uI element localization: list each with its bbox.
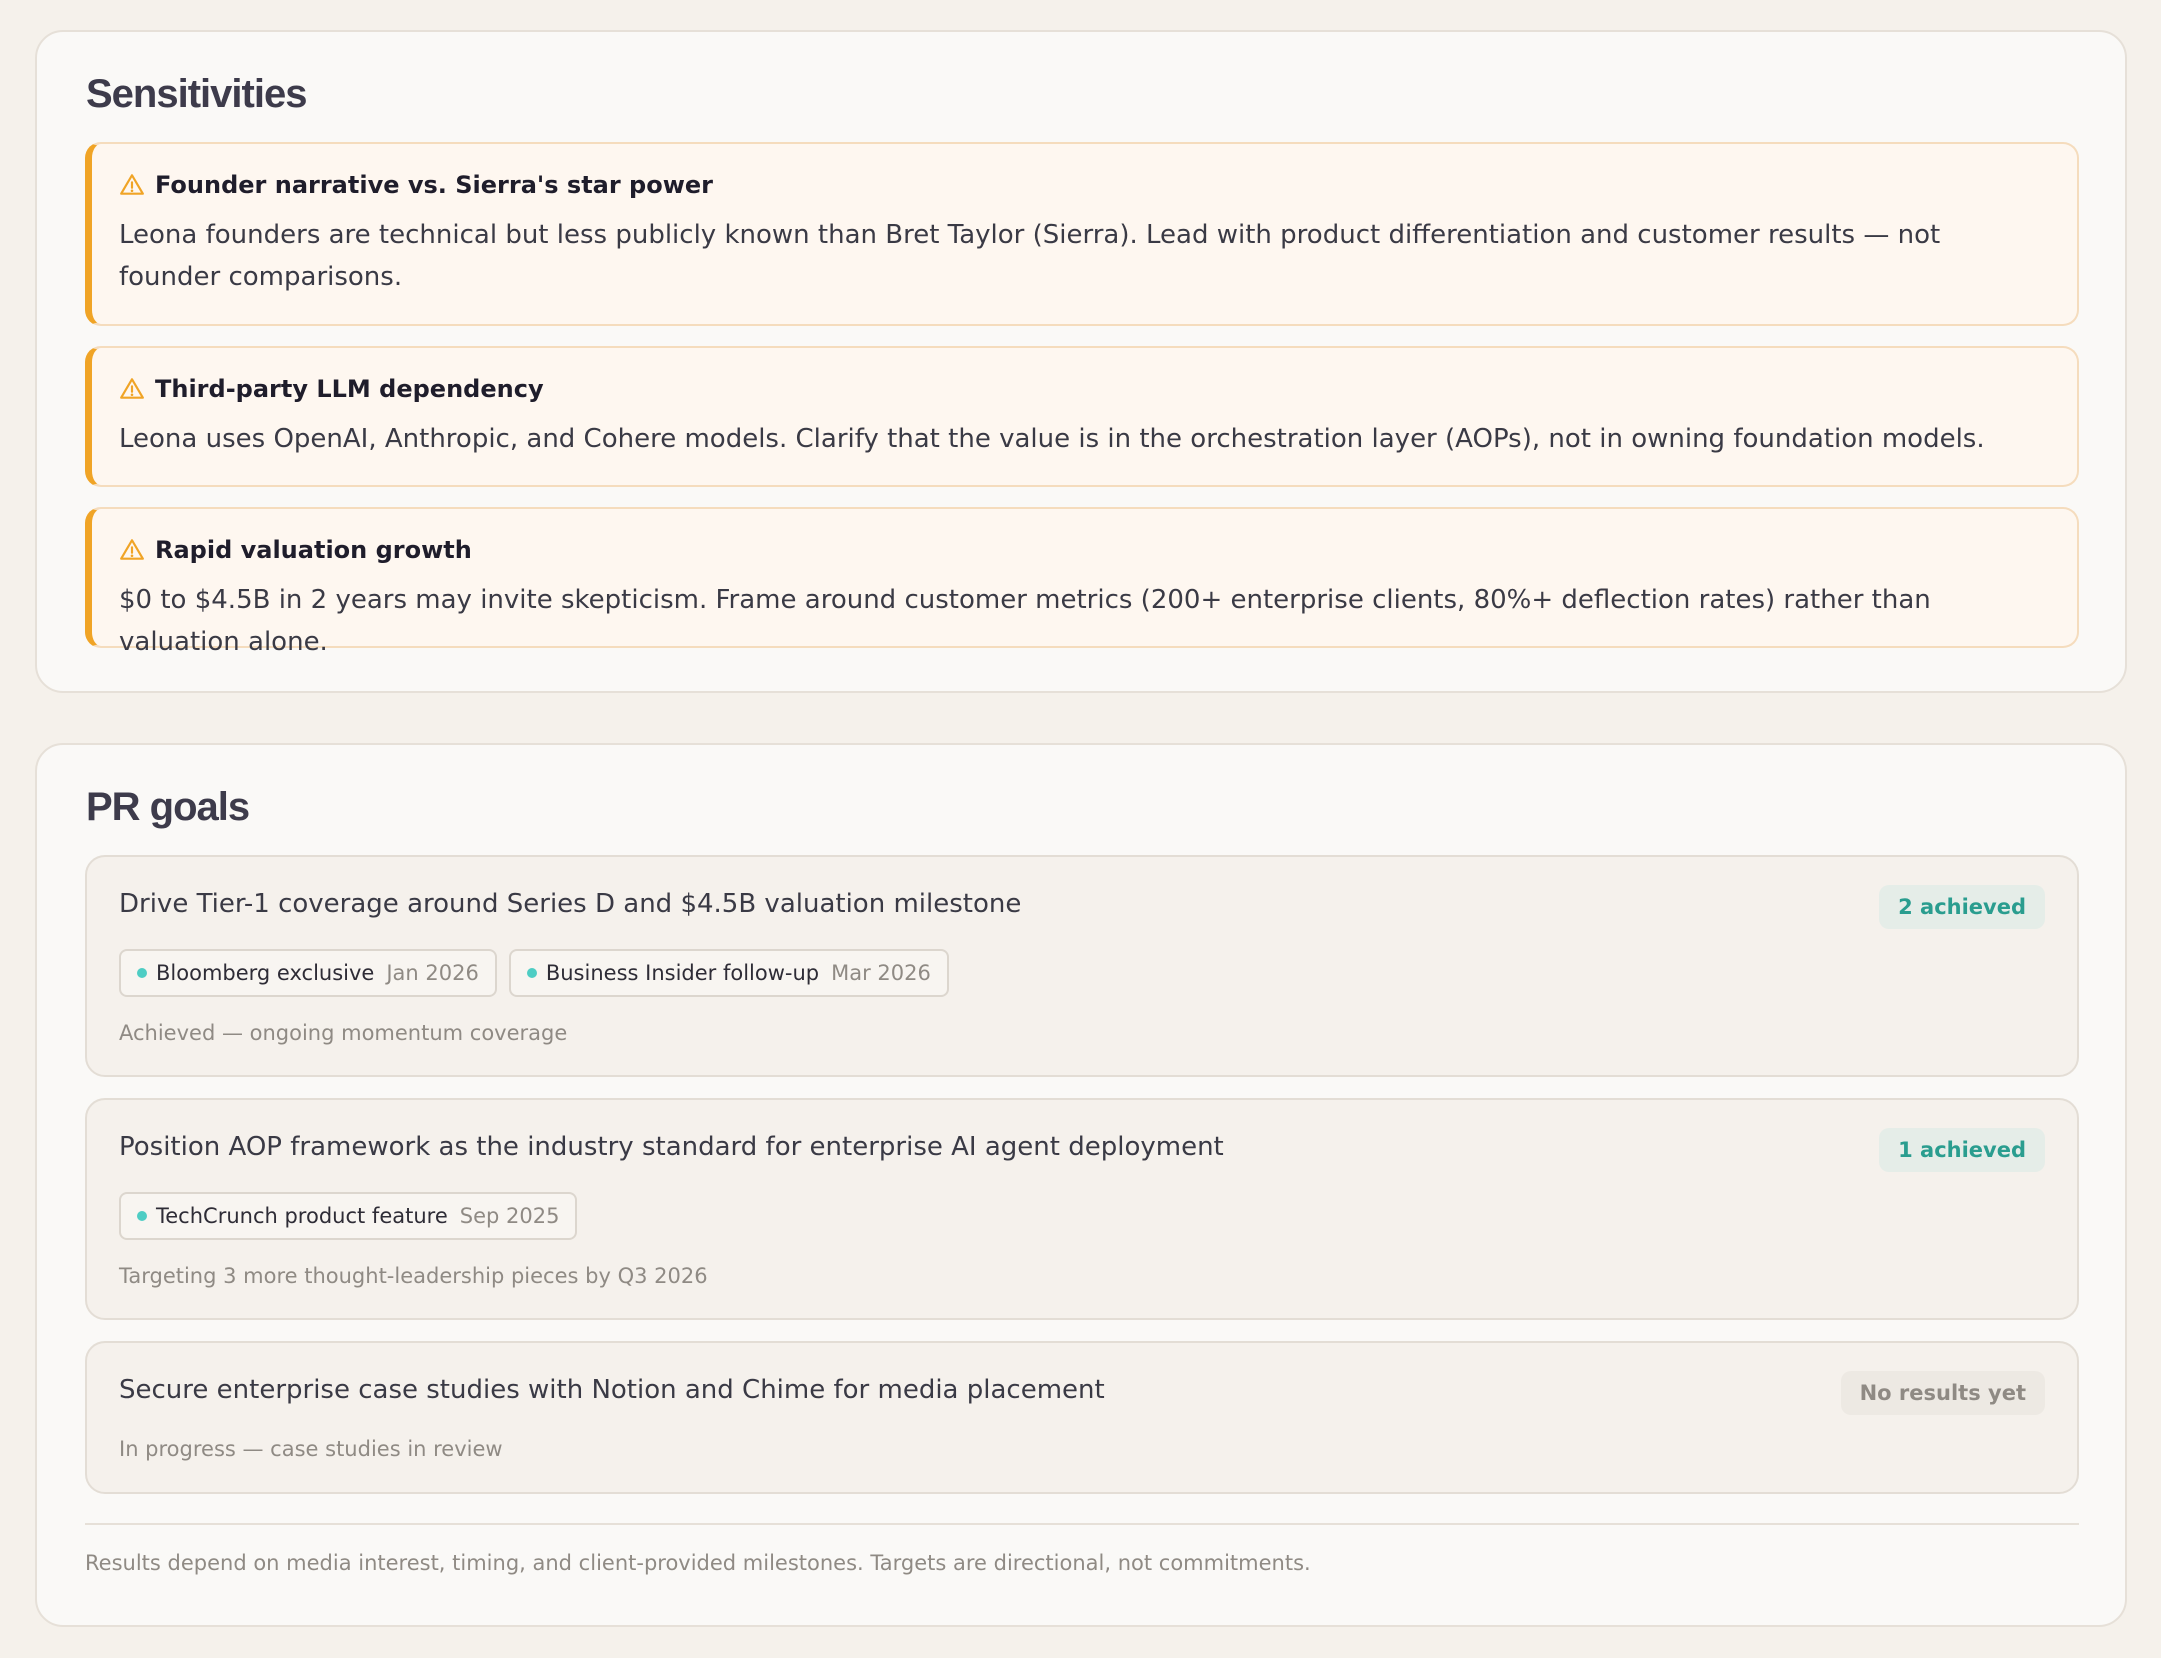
- result-name: Bloomberg exclusive: [156, 961, 375, 985]
- status-dot-icon: [137, 1211, 147, 1221]
- result-date: Sep 2025: [459, 1204, 560, 1228]
- alert-body: Leona uses OpenAI, Anthropic, and Cohere…: [119, 424, 1985, 454]
- status-badge: 1 achieved: [1879, 1128, 2045, 1172]
- result-date: Jan 2026: [386, 961, 479, 985]
- pr-goal-tier1-coverage: Drive Tier-1 coverage around Series D an…: [85, 855, 2079, 1077]
- sensitivities-title: Sensitivities: [86, 72, 307, 116]
- result-chip[interactable]: Business Insider follow-up Mar 2026: [508, 949, 949, 997]
- sensitivities-card: Sensitivities Founder narrative vs. Sier…: [35, 30, 2127, 693]
- warning-triangle-icon: [120, 378, 144, 399]
- alert-title: Third-party LLM dependency: [155, 375, 544, 403]
- goal-note: Achieved — ongoing momentum coverage: [119, 1021, 568, 1045]
- alert-body: $0 to $4.5B in 2 years may invite skepti…: [119, 585, 1931, 657]
- pr-goals-card: PR goals Drive Tier-1 coverage around Se…: [35, 743, 2127, 1627]
- goal-note: Targeting 3 more thought-leadership piec…: [119, 1264, 708, 1288]
- result-date: Mar 2026: [831, 961, 931, 985]
- result-chip[interactable]: Bloomberg exclusive Jan 2026: [119, 949, 497, 997]
- result-chip[interactable]: TechCrunch product feature Sep 2025: [119, 1192, 578, 1240]
- pr-goal-aop-framework: Position AOP framework as the industry s…: [85, 1098, 2079, 1320]
- goal-title: Position AOP framework as the industry s…: [119, 1132, 1224, 1162]
- goal-title: Drive Tier-1 coverage around Series D an…: [119, 889, 1022, 919]
- status-badge: No results yet: [1840, 1371, 2045, 1415]
- warning-triangle-icon: [120, 539, 144, 560]
- sensitivity-alert-llm-dependency: Third-party LLM dependency Leona uses Op…: [85, 346, 2079, 487]
- sensitivity-alert-valuation-growth: Rapid valuation growth $0 to $4.5B in 2 …: [85, 507, 2079, 657]
- alert-body: Leona founders are technical but less pu…: [119, 220, 1941, 292]
- alert-header: Founder narrative vs. Sierra's star powe…: [119, 168, 2045, 202]
- result-chips: TechCrunch product feature Sep 2025: [119, 1192, 578, 1240]
- status-dot-icon: [137, 968, 147, 978]
- footer-disclaimer: Results depend on media interest, timing…: [85, 1551, 1311, 1575]
- alert-header: Third-party LLM dependency: [119, 372, 2045, 406]
- divider: [85, 1523, 2079, 1525]
- result-chips: Bloomberg exclusive Jan 2026 Business In…: [119, 949, 949, 997]
- warning-triangle-icon: [120, 174, 144, 195]
- goal-note: In progress — case studies in review: [119, 1437, 503, 1461]
- result-name: TechCrunch product feature: [156, 1204, 448, 1228]
- alert-header: Rapid valuation growth: [119, 533, 2045, 567]
- page: Sensitivities Founder narrative vs. Sier…: [0, 0, 2161, 1658]
- alert-title: Founder narrative vs. Sierra's star powe…: [155, 171, 713, 199]
- result-name: Business Insider follow-up: [545, 961, 820, 985]
- goal-title: Secure enterprise case studies with Noti…: [119, 1375, 1105, 1405]
- status-badge: 2 achieved: [1879, 885, 2045, 929]
- status-dot-icon: [526, 968, 537, 978]
- pr-goal-case-studies: Secure enterprise case studies with Noti…: [85, 1341, 2079, 1494]
- alert-title: Rapid valuation growth: [155, 536, 472, 564]
- pr-goals-title: PR goals: [86, 785, 250, 829]
- sensitivity-alert-founder-narrative: Founder narrative vs. Sierra's star powe…: [85, 142, 2079, 326]
